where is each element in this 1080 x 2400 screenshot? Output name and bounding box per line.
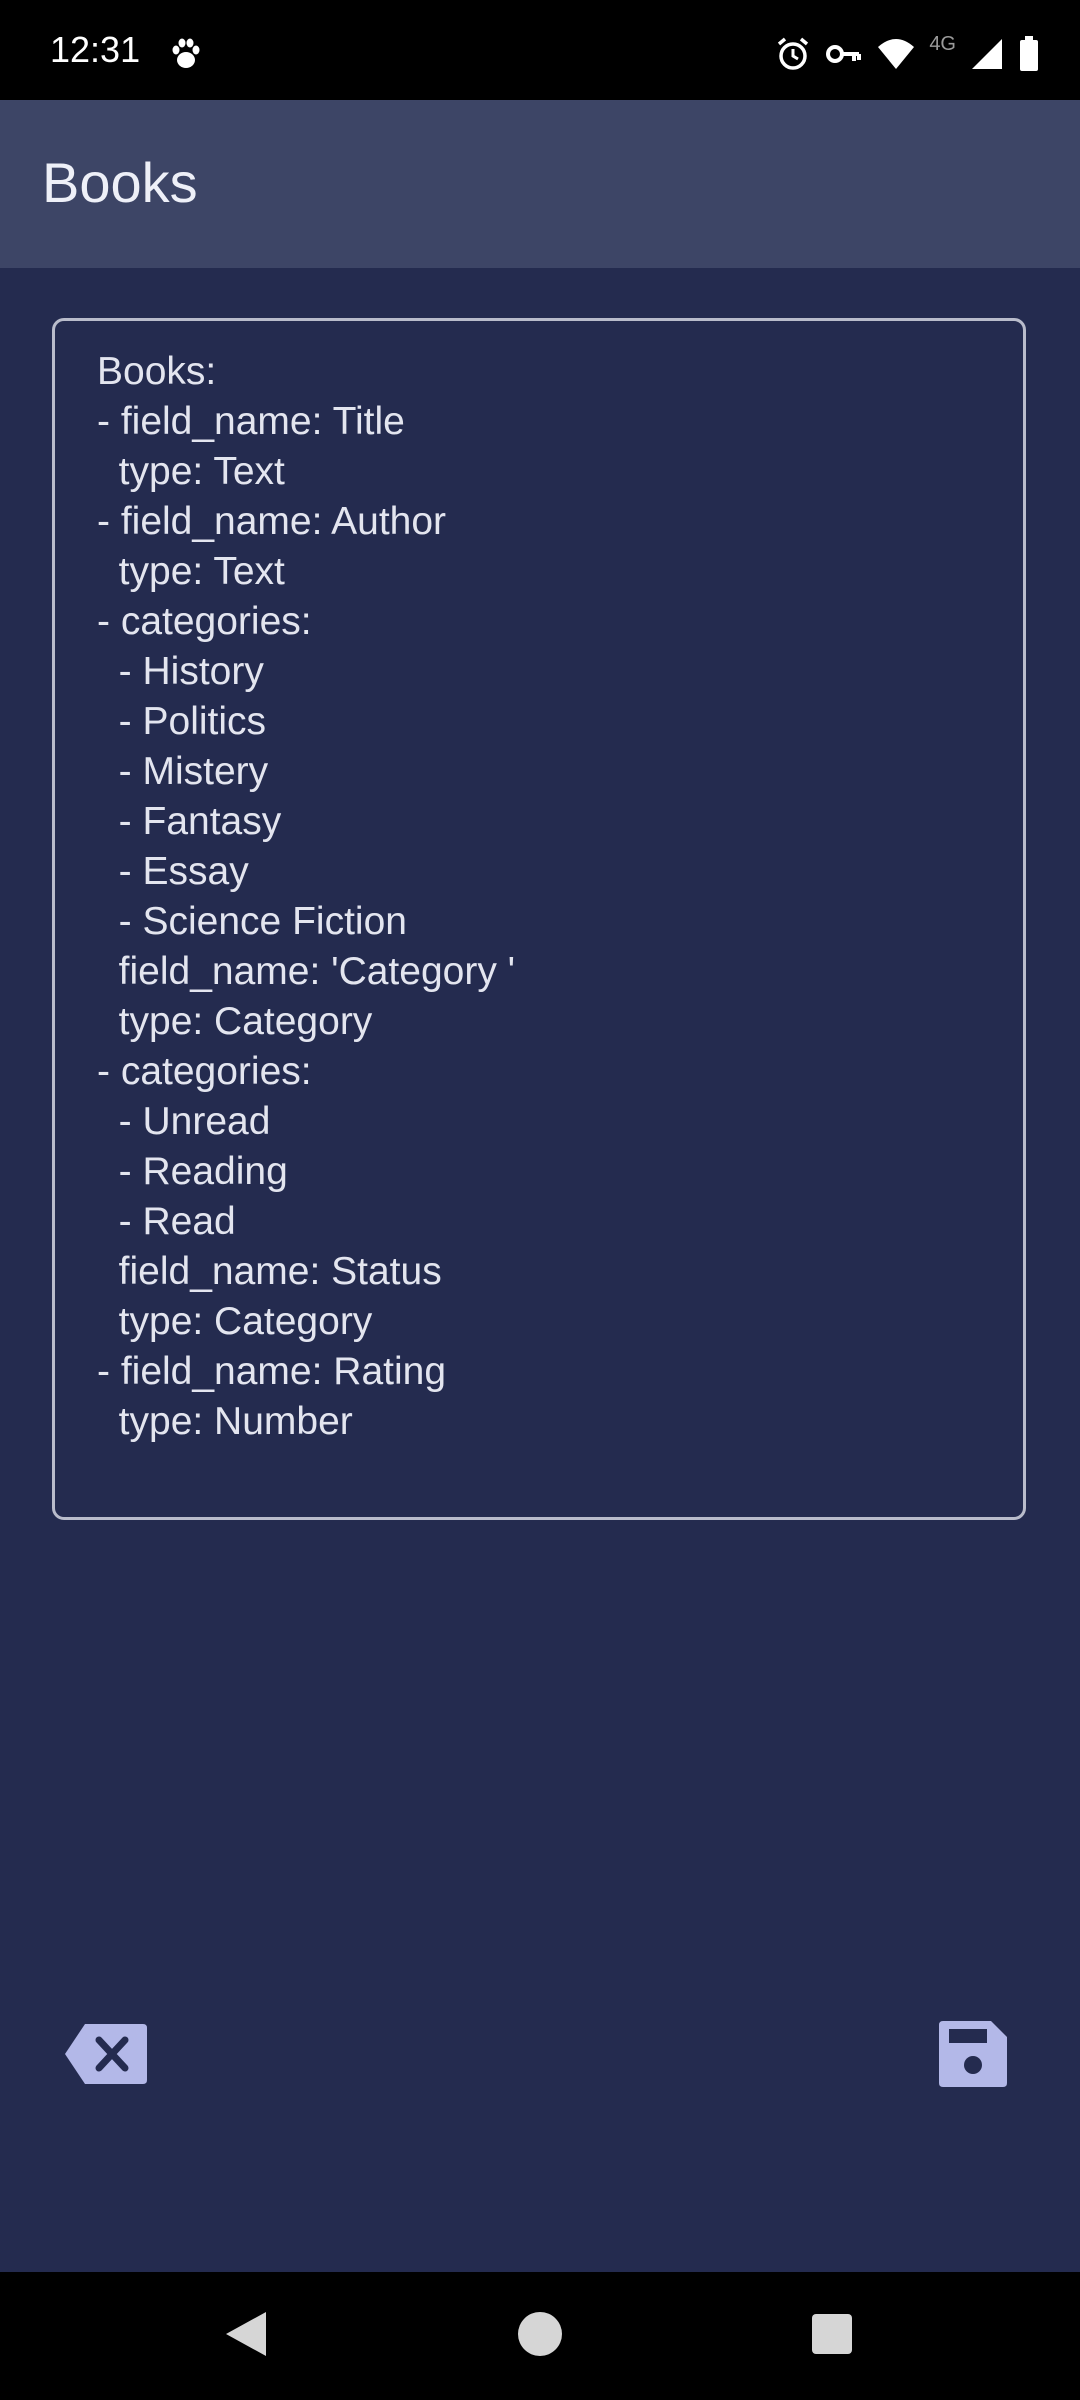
save-icon xyxy=(939,2020,1007,2092)
status-icons: 4G xyxy=(775,32,1040,74)
status-time: 12:31 xyxy=(50,29,141,70)
wifi-icon xyxy=(877,37,915,71)
vpn-key-icon xyxy=(825,36,863,72)
page-title: Books xyxy=(42,151,198,214)
status-bar: 12:31 4G xyxy=(0,0,1080,100)
home-button[interactable] xyxy=(500,2296,580,2376)
yaml-editor-content[interactable]: Books: - field_name: Title type: Text - … xyxy=(97,347,515,1447)
save-button[interactable] xyxy=(923,2006,1023,2106)
paw-icon xyxy=(168,36,204,72)
app-bar: Books xyxy=(0,100,1080,268)
yaml-editor-field[interactable]: Books: - field_name: Title type: Text - … xyxy=(52,318,1026,1520)
home-circle-icon xyxy=(517,2311,563,2362)
recents-square-icon xyxy=(812,2313,852,2359)
battery-icon xyxy=(1018,36,1040,72)
clear-button[interactable] xyxy=(56,2006,156,2106)
navigation-bar xyxy=(0,2272,1080,2400)
recents-button[interactable] xyxy=(792,2296,872,2376)
back-triangle-icon xyxy=(224,2310,268,2363)
network-type-label: 4G xyxy=(929,32,956,55)
back-button[interactable] xyxy=(206,2296,286,2376)
cell-signal-icon xyxy=(970,37,1004,71)
backspace-clear-icon xyxy=(63,2022,149,2091)
alarm-icon xyxy=(775,36,811,72)
